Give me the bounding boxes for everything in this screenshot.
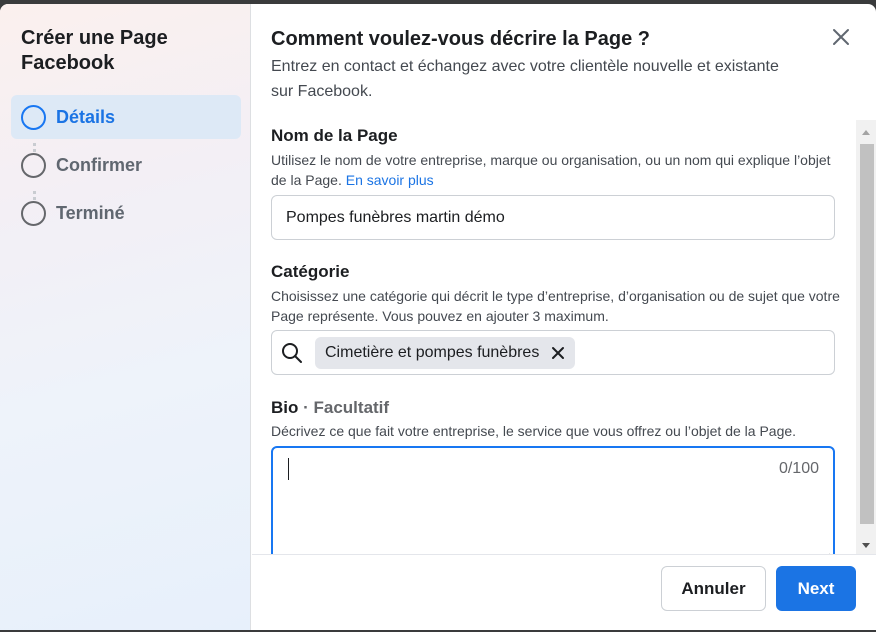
scrollbar-thumb[interactable] [860, 144, 874, 524]
category-input[interactable]: Cimetière et pompes funèbres [271, 330, 835, 375]
bio-label: Bio · Facultatif [271, 398, 389, 418]
cancel-button[interactable]: Annuler [661, 566, 766, 611]
text-caret [288, 458, 289, 480]
learn-more-link[interactable]: En savoir plus [346, 172, 434, 188]
bio-char-counter: 0/100 [778, 460, 819, 477]
main-panel: Comment voulez-vous décrire la Page ? En… [252, 4, 876, 630]
step-circle-icon [21, 200, 46, 226]
scrollbar[interactable] [856, 120, 876, 554]
category-chip: Cimetière et pompes funèbres [315, 336, 576, 369]
search-icon [282, 342, 302, 363]
sidebar: Créer une Page Facebook Détails Confirme… [0, 4, 251, 630]
bio-textarea[interactable]: 0/100 [271, 446, 835, 554]
form-scroll-area[interactable]: Nom de la Page Utilisez le nom de votre … [252, 120, 876, 554]
step-label: Confirmer [56, 154, 143, 175]
create-page-dialog: Créer une Page Facebook Détails Confirme… [0, 4, 876, 630]
step-label: Détails [56, 106, 116, 127]
sidebar-title: Créer une Page Facebook [21, 27, 168, 74]
page-name-input[interactable]: Pompes funèbres martin démo [271, 195, 835, 240]
page-name-label: Nom de la Page [271, 126, 398, 145]
category-label: Catégorie [271, 262, 350, 281]
close-icon [833, 29, 849, 45]
close-button[interactable] [830, 26, 852, 48]
bio-label-text: Bio [271, 398, 299, 417]
step-details[interactable]: Détails [11, 95, 241, 139]
step-label: Terminé [56, 202, 125, 223]
category-help: Choisissez une catégorie qui décrit le t… [271, 288, 840, 324]
page-name-help: Utilisez le nom de votre entreprise, mar… [271, 150, 841, 190]
step-list: Détails Confirmer Terminé [11, 95, 241, 239]
page-name-value: Pompes funèbres martin démo [286, 208, 505, 226]
scroll-up-arrow-icon[interactable] [856, 124, 876, 141]
step-circle-icon [21, 104, 46, 130]
category-chip-label: Cimetière et pompes funèbres [325, 343, 540, 361]
step-confirm: Confirmer [11, 143, 241, 187]
step-done: Terminé [11, 191, 241, 235]
bio-help: Décrivez ce que fait votre entreprise, l… [271, 423, 797, 439]
next-button[interactable]: Next [776, 566, 856, 611]
bio-optional-text: · Facultatif [303, 398, 390, 417]
step-circle-icon [21, 152, 46, 178]
dialog-title: Comment voulez-vous décrire la Page ? [271, 28, 650, 50]
scroll-down-arrow-icon[interactable] [856, 537, 876, 554]
remove-category-icon[interactable] [551, 346, 565, 360]
dialog-subtitle: Entrez en contact et échangez avec votre… [271, 58, 779, 100]
dialog-footer: Annuler Next [252, 554, 876, 630]
